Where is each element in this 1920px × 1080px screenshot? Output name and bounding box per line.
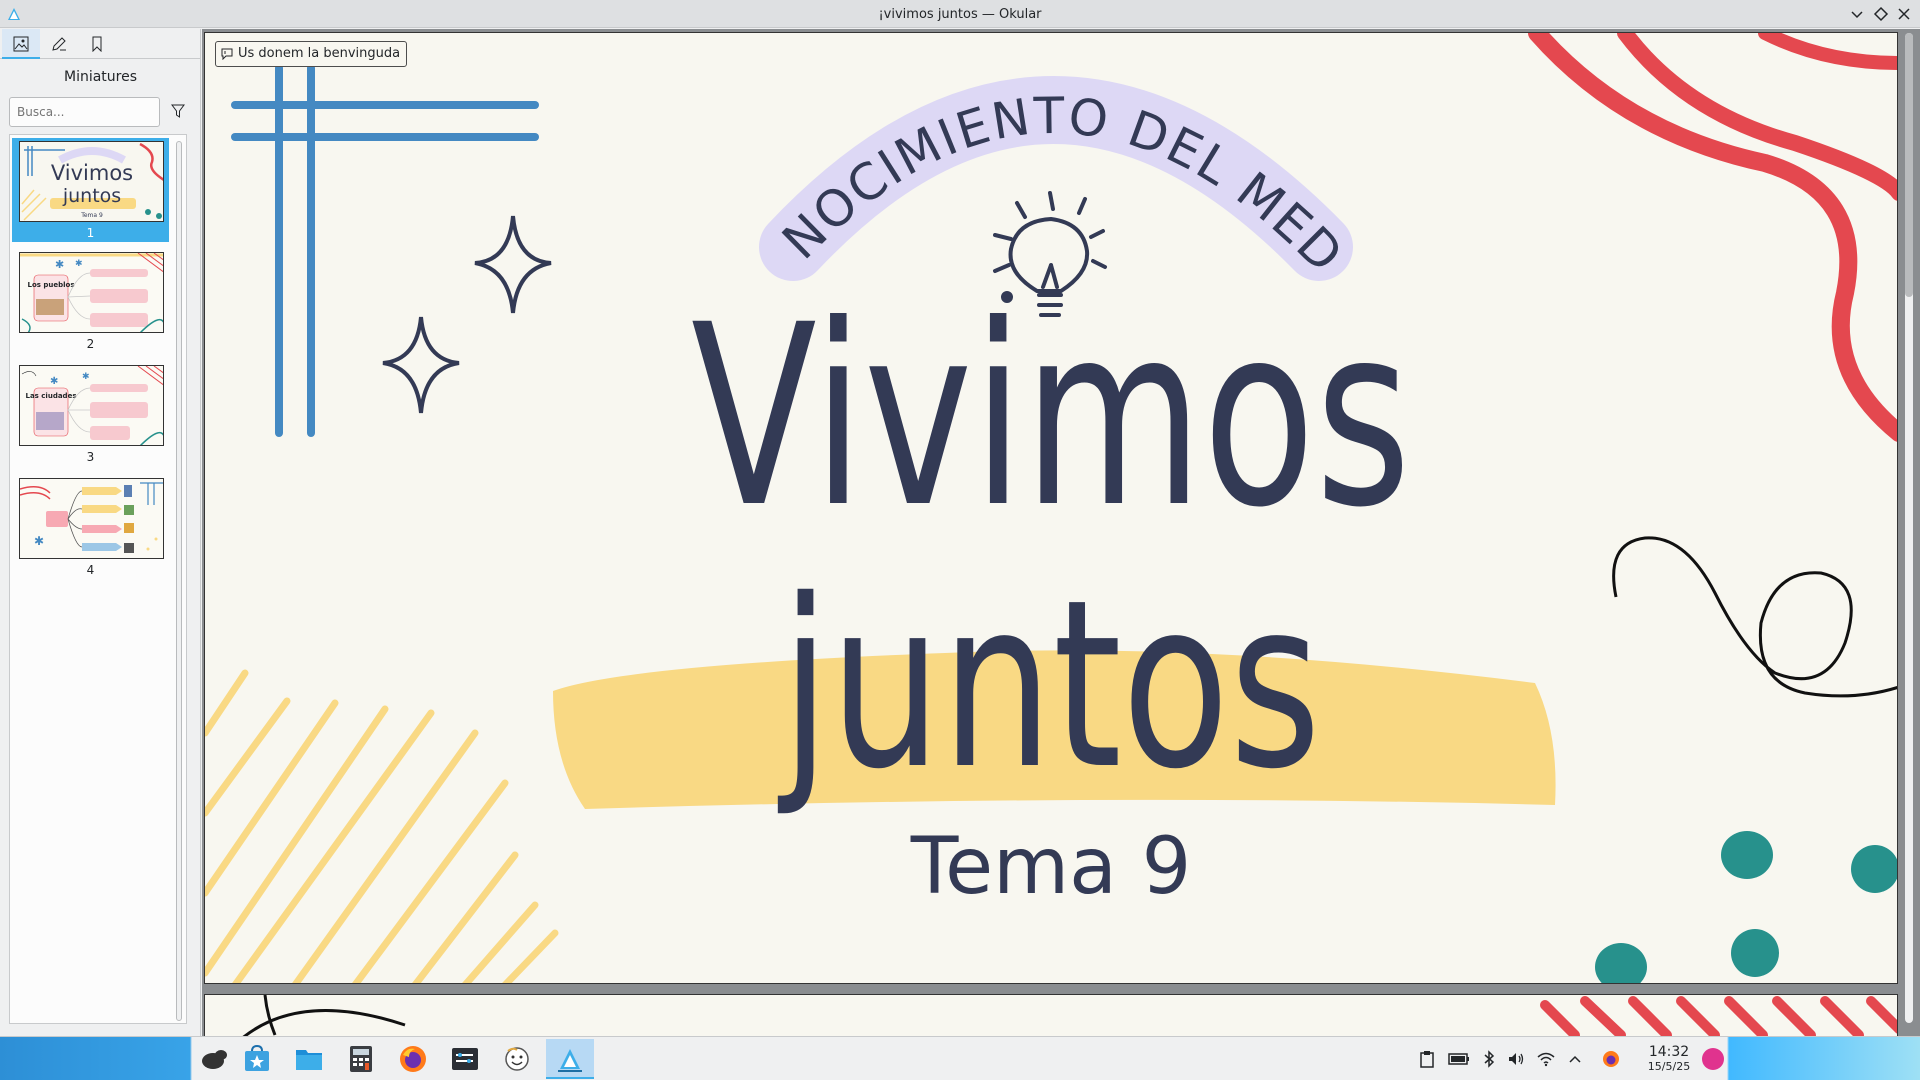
- calculator-icon: [350, 1046, 372, 1072]
- okular-taskbar-button[interactable]: [546, 1039, 594, 1079]
- welcome-message-text: Us donem la benvinguda: [238, 46, 401, 61]
- blue-frame-decoration: [231, 64, 539, 437]
- thumb1-title-line1: Vivimos: [51, 161, 133, 185]
- firefox-button[interactable]: [393, 1039, 433, 1079]
- slide-1-canvas: CONOCIMIENTO DEL MEDIO: [205, 33, 1897, 983]
- plasma-launcher-button[interactable]: [195, 1039, 235, 1079]
- thumbnail-search-input[interactable]: [9, 97, 160, 127]
- clock[interactable]: 14:32 15/5/25: [1640, 1044, 1698, 1074]
- chevron-down-icon: [1851, 11, 1863, 19]
- tab-annotations[interactable]: [40, 29, 78, 59]
- thumbnail-page-1[interactable]: Vivimos juntos Tema 9 1: [12, 138, 169, 242]
- pen-icon: [52, 37, 66, 51]
- tab-thumbnails[interactable]: [2, 29, 40, 59]
- document-page-2: [204, 994, 1898, 1036]
- sidebar-heading: Miniatures: [63, 69, 138, 85]
- slide-2-canvas-top: [242, 995, 1897, 1036]
- black-swirl-decoration: [1612, 536, 1897, 698]
- firefox-tray-icon[interactable]: [1602, 1050, 1620, 1068]
- slide-1-preview: Vivimos juntos Tema 9: [20, 142, 163, 221]
- bluetooth-icon[interactable]: [1480, 1050, 1498, 1068]
- svg-text:✱: ✱: [55, 258, 64, 271]
- sparkle-icon: [382, 316, 460, 414]
- thumb2-label: Los pueblos: [27, 281, 74, 289]
- tab-bookmarks[interactable]: [78, 29, 116, 59]
- thumbnail-page-3[interactable]: ✱ ✱ Las ciudades 3: [12, 365, 169, 469]
- thumbnail-list: Vivimos juntos Tema 9 1 ✱ ✱ Los pueblos: [9, 134, 187, 1024]
- slide-4-preview: ✱: [20, 479, 163, 558]
- thumb1-title-line2: juntos: [62, 185, 121, 207]
- user-avatar[interactable]: [1702, 1048, 1724, 1070]
- sidebar-tabs: [0, 29, 201, 59]
- welcome-message-button[interactable]: Us donem la benvinguda: [215, 41, 408, 67]
- thumbnail-page-number: 2: [86, 337, 95, 351]
- plasma-launcher-icon: [202, 1050, 227, 1069]
- maximize-button[interactable]: [1872, 5, 1890, 23]
- title-bar: ¡vivimos juntos — Okular: [0, 0, 1920, 28]
- thumbnail-page-4[interactable]: ✱ 4: [12, 478, 169, 582]
- document-scrollbar-handle[interactable]: [1905, 33, 1913, 297]
- clipboard-icon[interactable]: [1418, 1050, 1436, 1068]
- document-scrollbar[interactable]: [1905, 33, 1913, 1023]
- thumbnail-image-2: ✱ ✱ Los pueblos: [19, 252, 164, 333]
- bookmark-icon: [92, 36, 102, 52]
- filter-icon[interactable]: [170, 103, 186, 119]
- thumbnail-page-2[interactable]: ✱ ✱ Los pueblos 2: [12, 252, 169, 356]
- close-icon: [1898, 8, 1910, 20]
- file-manager-button[interactable]: [289, 1039, 329, 1079]
- minimize-button[interactable]: [1848, 5, 1866, 23]
- discover-icon: [245, 1045, 269, 1071]
- window-title: ¡vivimos juntos — Okular: [878, 7, 1042, 22]
- clock-date: 15/5/25: [1647, 1060, 1691, 1073]
- red-wave-decoration: [1758, 33, 1897, 70]
- thumbnail-image-4: ✱: [19, 478, 164, 559]
- firefox-icon: [400, 1046, 426, 1072]
- terminal-icon: [452, 1048, 478, 1070]
- svg-text:✱: ✱: [82, 372, 90, 382]
- thumbnail-page-number: 4: [86, 563, 95, 577]
- teal-dots-decoration: [1595, 831, 1897, 983]
- thumbnail-page-number: 1: [86, 226, 95, 240]
- folder-icon: [296, 1050, 322, 1070]
- slide-2-preview: ✱ ✱ Los pueblos: [20, 253, 163, 332]
- diamond-icon: [1873, 6, 1889, 22]
- thumb1-subtitle: Tema 9: [80, 212, 103, 219]
- taskbar: 14:32 15/5/25: [0, 1036, 1920, 1080]
- thumbnail-scrollbar[interactable]: [176, 141, 182, 1021]
- document-viewer[interactable]: CONOCIMIENTO DEL MEDIO: [202, 29, 1920, 1036]
- sidebar: Miniatures Vivimos juntos Tema 9 1: [0, 29, 201, 1036]
- close-button[interactable]: [1895, 5, 1913, 23]
- battery-icon[interactable]: [1448, 1050, 1470, 1068]
- calculator-button[interactable]: [341, 1039, 381, 1079]
- svg-text:✱: ✱: [50, 376, 58, 387]
- sparkle-icon: [474, 215, 552, 314]
- clock-time: 14:32: [1648, 1044, 1690, 1060]
- wifi-icon[interactable]: [1537, 1050, 1555, 1068]
- yellow-hatch-decoration: [205, 669, 559, 983]
- okular-icon: [558, 1049, 582, 1072]
- chevron-up-icon[interactable]: [1566, 1050, 1584, 1068]
- system-settings-button[interactable]: [445, 1039, 485, 1079]
- slide-title-line2: juntos: [777, 550, 1321, 820]
- face-app-button[interactable]: [497, 1039, 537, 1079]
- thumbnail-image-1: Vivimos juntos Tema 9: [19, 141, 164, 222]
- svg-text:✱: ✱: [75, 259, 83, 269]
- document-page-1: CONOCIMIENTO DEL MEDIO: [204, 32, 1898, 984]
- image-icon: [13, 36, 29, 52]
- thumbnail-image-3: ✱ ✱ Las ciudades: [19, 365, 164, 446]
- svg-text:✱: ✱: [34, 534, 44, 548]
- slide-title-line1: Vivimos: [691, 271, 1411, 562]
- discover-button[interactable]: [237, 1039, 277, 1079]
- comment-icon: [221, 48, 233, 60]
- red-wave-decoration: [1528, 33, 1897, 442]
- thumb3-label: Las ciudades: [26, 392, 77, 400]
- slide-3-preview: ✱ ✱ Las ciudades: [20, 366, 163, 445]
- slide-subtitle: Tema 9: [910, 822, 1192, 912]
- face-app-icon: [505, 1047, 529, 1071]
- thumbnail-page-number: 3: [86, 450, 95, 464]
- volume-icon[interactable]: [1507, 1050, 1525, 1068]
